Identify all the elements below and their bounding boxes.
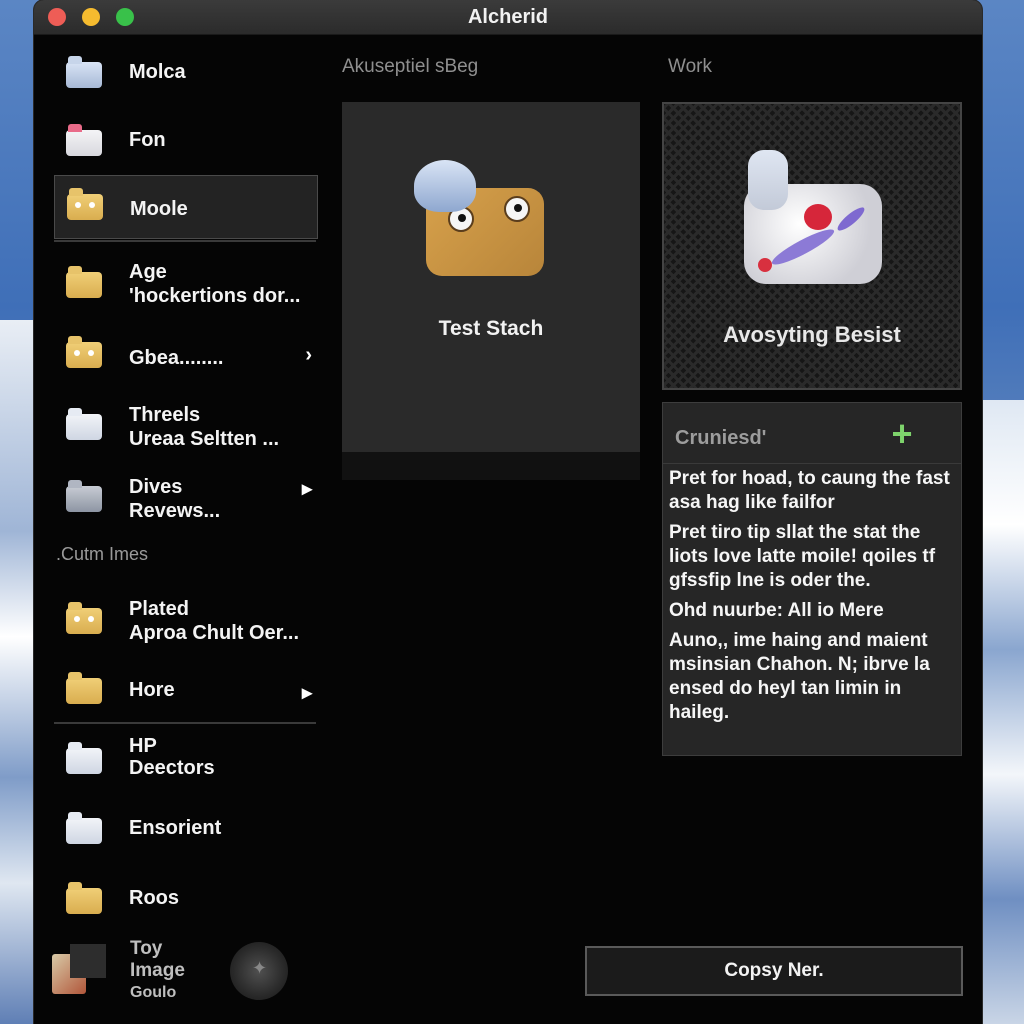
sidebar-item-label: Molca [129, 61, 186, 83]
sidebar-item-moole[interactable]: Moole [54, 175, 318, 239]
sidebar-item-sublabel: Ureaa Seltten ... [129, 428, 280, 450]
sidebar-item-gbea[interactable]: Gbea........ › [54, 324, 316, 384]
sidebar-item-label: Fon [129, 129, 166, 151]
white-folder-icon [64, 404, 106, 446]
notes-paragraph: Pret for hoad, to caung the fast asa hag… [669, 468, 950, 513]
notes-panel: Cruniesd' + Pret for hoad, to caung the … [662, 402, 962, 756]
photo-folder-icon [64, 52, 106, 94]
marble-cap-image [748, 150, 788, 210]
sidebar-item-label: Roos [129, 887, 179, 909]
sidebar-item-sublabel: 'hockertions dor... [129, 285, 301, 307]
copy-button[interactable]: Copsy Ner. [585, 946, 963, 996]
notes-paragraph: Pret tiro tip sllat the stat the liots l… [669, 522, 936, 591]
notes-paragraph: Auno,, ime haing and maient msinsian Cha… [669, 630, 930, 723]
item-card-test-stach[interactable]: Test Stach [342, 102, 640, 452]
sidebar-item-sublabel: Revews... [129, 500, 221, 522]
sidebar-item-hp[interactable]: HP Deectors [54, 730, 316, 790]
footer-line-1: Toy [130, 938, 163, 959]
sidebar-item-plated[interactable]: Plated Aproa Chult Oer... [54, 590, 316, 650]
desktop-background-right [980, 400, 1024, 1024]
sidebar-item-molca[interactable]: Molca [54, 44, 316, 104]
sidebar-item-threels[interactable]: Threels Ureaa Seltten ... [54, 396, 316, 456]
sidebar-item-age[interactable]: Age 'hockertions dor... [54, 254, 316, 314]
pink-folder-icon [64, 120, 106, 162]
sidebar-item-sublabel: Deectors [129, 757, 215, 779]
white-folder-icon [64, 808, 106, 850]
sidebar-item-label: Hore [129, 679, 175, 701]
chevron-right-icon[interactable]: › [305, 344, 312, 367]
face-folder-icon [64, 332, 106, 374]
sidebar-item-sublabel: Aproa Chult Oer... [129, 622, 300, 644]
notes-divider [663, 463, 961, 464]
folder-icon [64, 668, 106, 710]
sidebar-item-roos[interactable]: Roos [54, 870, 316, 930]
card-caption: Avosyting Besist [723, 322, 901, 347]
sidebar-item-label: Plated [129, 598, 190, 620]
chevron-right-icon[interactable]: ▸ [302, 476, 312, 501]
notes-paragraph: Ohd nuurbe: All io Mere [669, 600, 884, 621]
window-title: Alcherid [467, 6, 549, 28]
item-card-avosyting-besist[interactable]: Avosyting Besist [662, 102, 962, 390]
character-hat-image [414, 160, 476, 212]
title-bar[interactable]: Alcherid [34, 0, 982, 35]
face-folder-icon [64, 598, 106, 640]
sidebar-item-label: Threels [129, 404, 201, 426]
footer-line-3: Goulo [130, 984, 177, 1001]
section-title: .Cutm Imes [56, 544, 149, 564]
sidebar-item-fon[interactable]: Fon [54, 112, 316, 172]
sidebar: Molca Fon Moole Age 'hockertions dor... [34, 34, 324, 1024]
notes-title: Cruniesd' [675, 427, 767, 449]
folder-icon [64, 878, 106, 920]
sidebar-divider [54, 722, 316, 724]
notes-body: Pret for hoad, to caung the fast asa hag… [669, 467, 959, 731]
app-window: Alcherid Molca Fon Moole Age 'hockertion… [34, 0, 982, 1024]
sidebar-item-label: Moole [130, 198, 188, 220]
preview-thumbnail[interactable] [70, 944, 106, 978]
card-caption: Test Stach [438, 317, 544, 340]
card-shadow [342, 452, 640, 480]
add-note-icon[interactable]: + [885, 416, 919, 452]
left-column-header: Akuseptiel sBeg [342, 56, 479, 77]
sidebar-item-dives[interactable]: Dives Revews... ▸ [54, 468, 316, 528]
footer-line-2: Image [130, 960, 185, 981]
action-orb-button[interactable]: ✦ [230, 942, 288, 1000]
sidebar-item-hore[interactable]: Hore ▸ [54, 660, 316, 720]
chevron-right-icon[interactable]: ▸ [302, 680, 312, 705]
sidebar-item-label: Age [129, 261, 167, 283]
gray-folder-icon [64, 476, 106, 518]
sparkle-icon: ✦ [252, 958, 268, 978]
folder-icon [64, 262, 106, 304]
sidebar-item-label: Dives [129, 476, 183, 498]
sidebar-item-label: Ensorient [129, 817, 222, 839]
sidebar-divider [54, 240, 316, 242]
sidebar-item-label: Gbea........ [129, 347, 224, 369]
white-folder-icon [64, 738, 106, 780]
right-column-header: Work [668, 56, 712, 77]
face-folder-icon [65, 184, 107, 226]
sidebar-item-label: HP [129, 735, 157, 757]
sidebar-item-ensorient[interactable]: Ensorient [54, 800, 316, 860]
